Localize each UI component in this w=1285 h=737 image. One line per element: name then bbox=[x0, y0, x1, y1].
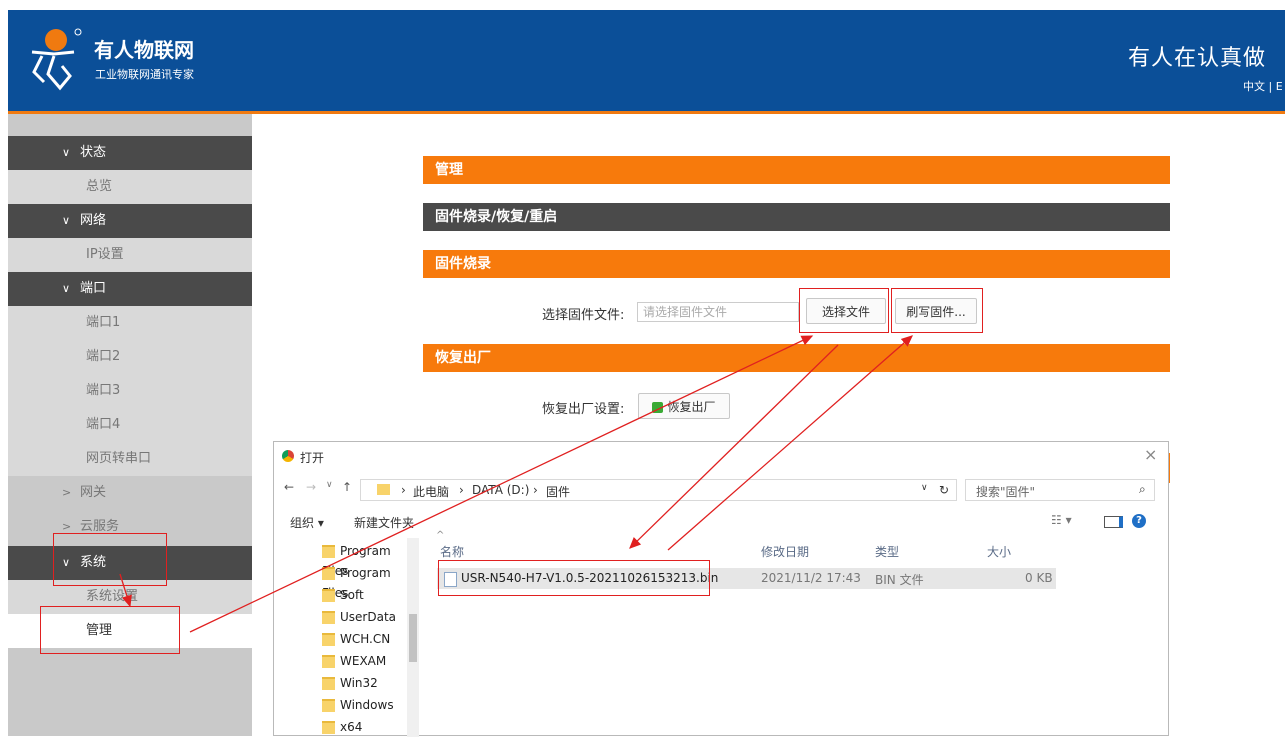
arrow-choose-to-file bbox=[629, 344, 839, 549]
arrow-system-to-manage bbox=[119, 573, 132, 608]
arrow-file-to-flash bbox=[667, 335, 913, 551]
arrow-manage-to-choose bbox=[189, 335, 814, 633]
annotation-arrows bbox=[119, 335, 913, 633]
